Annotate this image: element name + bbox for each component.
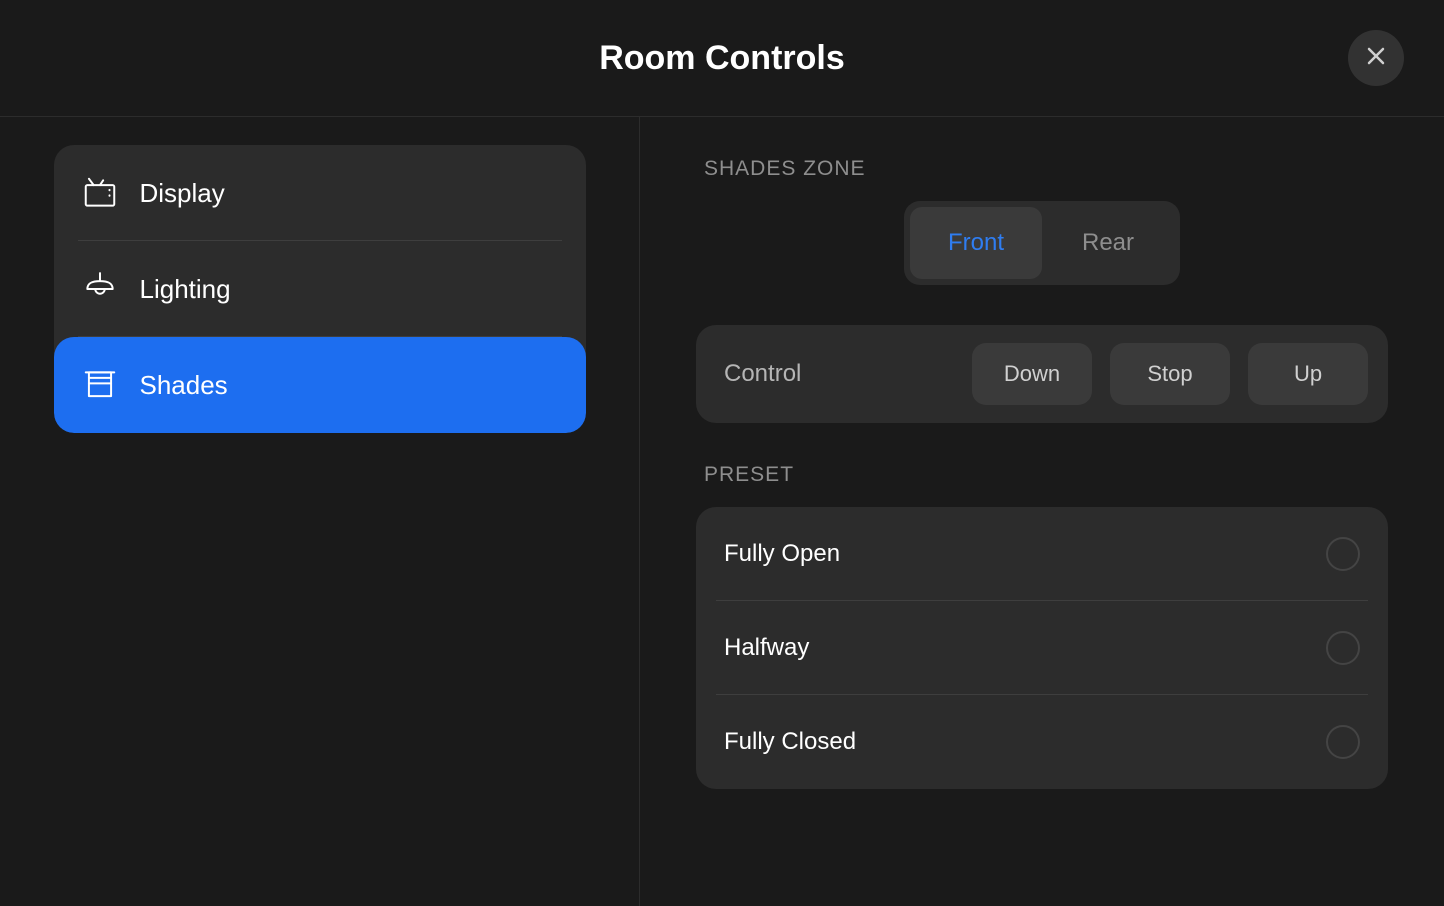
sidebar-item-label: Lighting (140, 274, 231, 305)
zone-heading: SHADES ZONE (704, 157, 1388, 181)
lamp-icon (78, 267, 122, 311)
control-up-button[interactable]: Up (1248, 343, 1368, 405)
zone-label: Front (948, 229, 1004, 257)
button-label: Up (1294, 361, 1322, 387)
sidebar-item-label: Shades (140, 370, 228, 401)
sidebar-item-label: Display (140, 178, 225, 209)
control-label: Control (724, 360, 954, 388)
control-down-button[interactable]: Down (972, 343, 1092, 405)
button-label: Stop (1147, 361, 1192, 387)
preset-label: Halfway (724, 634, 1326, 662)
control-row: Control Down Stop Up (696, 325, 1388, 423)
zone-toggle: Front Rear (904, 201, 1180, 285)
main-panel: SHADES ZONE Front Rear Control Down Stop… (640, 117, 1444, 906)
preset-fully-open[interactable]: Fully Open (696, 507, 1388, 601)
zone-rear-button[interactable]: Rear (1042, 207, 1174, 279)
page-title: Room Controls (599, 39, 845, 78)
radio-icon (1326, 631, 1360, 665)
sidebar: Display Lighting (0, 117, 640, 906)
preset-heading: PRESET (704, 463, 1388, 487)
control-stop-button[interactable]: Stop (1110, 343, 1230, 405)
preset-halfway[interactable]: Halfway (696, 601, 1388, 695)
close-icon (1364, 44, 1388, 73)
button-label: Down (1004, 361, 1060, 387)
content: Display Lighting (0, 117, 1444, 906)
radio-icon (1326, 725, 1360, 759)
shades-icon (78, 363, 122, 407)
preset-fully-closed[interactable]: Fully Closed (696, 695, 1388, 789)
radio-icon (1326, 537, 1360, 571)
zone-label: Rear (1082, 229, 1134, 257)
header: Room Controls (0, 0, 1444, 117)
preset-label: Fully Closed (724, 728, 1326, 756)
sidebar-list: Display Lighting (54, 145, 586, 433)
zone-front-button[interactable]: Front (910, 207, 1042, 279)
tv-icon (78, 171, 122, 215)
preset-label: Fully Open (724, 540, 1326, 568)
preset-list: Fully Open Halfway Fully Closed (696, 507, 1388, 789)
sidebar-item-display[interactable]: Display (54, 145, 586, 241)
sidebar-item-shades[interactable]: Shades (54, 337, 586, 433)
sidebar-item-lighting[interactable]: Lighting (54, 241, 586, 337)
close-button[interactable] (1348, 30, 1404, 86)
